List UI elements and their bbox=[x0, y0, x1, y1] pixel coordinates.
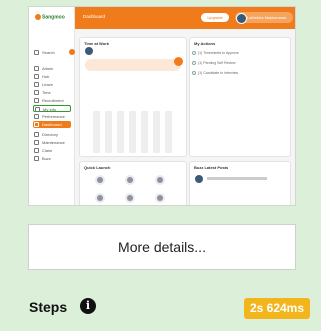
thumb-nav-item: Dashboard bbox=[33, 121, 71, 128]
thumb-nav-item: Admin bbox=[33, 65, 71, 72]
thumb-profile-pic bbox=[85, 47, 93, 55]
thumb-upgrade-button: Upgrade bbox=[201, 13, 229, 22]
thumb-panel-title: Quick Launch bbox=[84, 165, 111, 170]
thumb-nav-icon bbox=[34, 50, 39, 55]
thumb-nav-icon bbox=[34, 122, 39, 127]
thumb-nav-item: Time bbox=[33, 89, 71, 96]
thumb-quick-launch-icon bbox=[125, 175, 135, 185]
thumb-nav-label: Leave bbox=[42, 82, 53, 87]
thumb-nav-item: Claim bbox=[33, 147, 71, 154]
thumb-quick-launch-icon bbox=[95, 193, 105, 203]
thumb-bar bbox=[129, 111, 136, 153]
thumb-nav-icon bbox=[34, 74, 39, 79]
info-icon[interactable]: i bbox=[80, 298, 96, 314]
thumb-nav-icon bbox=[34, 132, 39, 137]
thumb-quick-launch-icon bbox=[125, 193, 135, 203]
thumb-bar bbox=[105, 111, 112, 153]
thumb-nav-item: Search bbox=[33, 49, 71, 56]
thumb-nav-item: Performance bbox=[33, 113, 71, 120]
thumb-quick-launch-icon bbox=[155, 175, 165, 185]
thumb-nav-label: My Info bbox=[43, 107, 57, 112]
thumb-nav-label: Claim bbox=[42, 148, 53, 153]
thumb-logo: Sangmoo bbox=[35, 14, 69, 22]
thumb-bar bbox=[153, 111, 160, 153]
thumb-nav-item: Leave bbox=[33, 81, 71, 88]
thumb-bar bbox=[117, 111, 124, 153]
thumb-quick-launch-icon bbox=[95, 175, 105, 185]
thumb-panel-title: My Actions bbox=[194, 41, 216, 46]
thumb-buzz-line bbox=[207, 177, 267, 180]
duration-badge: 2s 624ms bbox=[244, 298, 310, 319]
thumb-nav-icon bbox=[35, 107, 40, 112]
thumb-action-item: (1) Timesheets to Approve bbox=[191, 49, 249, 57]
thumb-page-title: Dashboard bbox=[83, 14, 106, 19]
thumb-nav-label: Search bbox=[42, 50, 55, 55]
thumb-nav-item: Maintenance bbox=[33, 139, 71, 146]
thumb-buzz-avatar bbox=[195, 175, 203, 183]
thumb-nav-icon bbox=[34, 156, 39, 161]
thumb-bar bbox=[141, 111, 148, 153]
thumb-nav-icon bbox=[34, 90, 39, 95]
thumb-nav-icon bbox=[34, 140, 39, 145]
thumb-nav-label: Time bbox=[42, 90, 51, 95]
thumb-nav-item: Recruitment bbox=[33, 97, 71, 104]
thumb-nav-label: Admin bbox=[42, 66, 54, 71]
more-details-button[interactable]: More details... bbox=[28, 224, 296, 270]
thumb-nav-label: Dashboard bbox=[42, 122, 62, 127]
thumb-nav-icon bbox=[34, 98, 39, 103]
thumb-clock-icon bbox=[174, 57, 183, 66]
thumb-nav-item: Buzz bbox=[33, 155, 71, 162]
thumb-nav-label: Buzz bbox=[42, 156, 51, 161]
steps-label: Steps bbox=[29, 299, 68, 315]
thumb-nav-label: Recruitment bbox=[42, 98, 64, 103]
thumb-nav-item: Hub bbox=[33, 73, 71, 80]
thumb-quick-launch-icon bbox=[155, 193, 165, 203]
thumb-nav-item: Directory bbox=[33, 131, 71, 138]
thumb-bar bbox=[93, 111, 100, 153]
thumb-nav-item: My Info bbox=[33, 105, 71, 112]
screenshot-thumbnail[interactable]: Sangmoo Dashboard Upgrade Lathekha Makka… bbox=[28, 6, 296, 206]
thumb-nav-label: Performance bbox=[42, 114, 65, 119]
thumb-buzz-panel: Buzz Latest Posts bbox=[189, 161, 291, 205]
thumb-nav-icon bbox=[34, 148, 39, 153]
thumb-nav-label: Hub bbox=[42, 74, 50, 79]
thumb-action-item: (1) Pending Self Review bbox=[191, 59, 249, 67]
thumb-panel-title: Buzz Latest Posts bbox=[194, 165, 229, 170]
thumb-nav-icon bbox=[34, 66, 39, 71]
thumb-action-item: (1) Candidate to Interview bbox=[191, 69, 249, 77]
step-card: Sangmoo Dashboard Upgrade Lathekha Makka… bbox=[0, 0, 321, 331]
thumb-nav-label: Directory bbox=[42, 132, 59, 137]
thumb-nav-label: Maintenance bbox=[42, 140, 65, 145]
thumb-punch-box bbox=[85, 59, 181, 71]
thumb-nav-icon bbox=[34, 114, 39, 119]
thumb-bar bbox=[165, 111, 172, 153]
thumb-panel-title: Time at Work bbox=[84, 41, 109, 46]
thumb-avatar bbox=[236, 13, 247, 24]
thumb-nav-icon bbox=[34, 82, 39, 87]
